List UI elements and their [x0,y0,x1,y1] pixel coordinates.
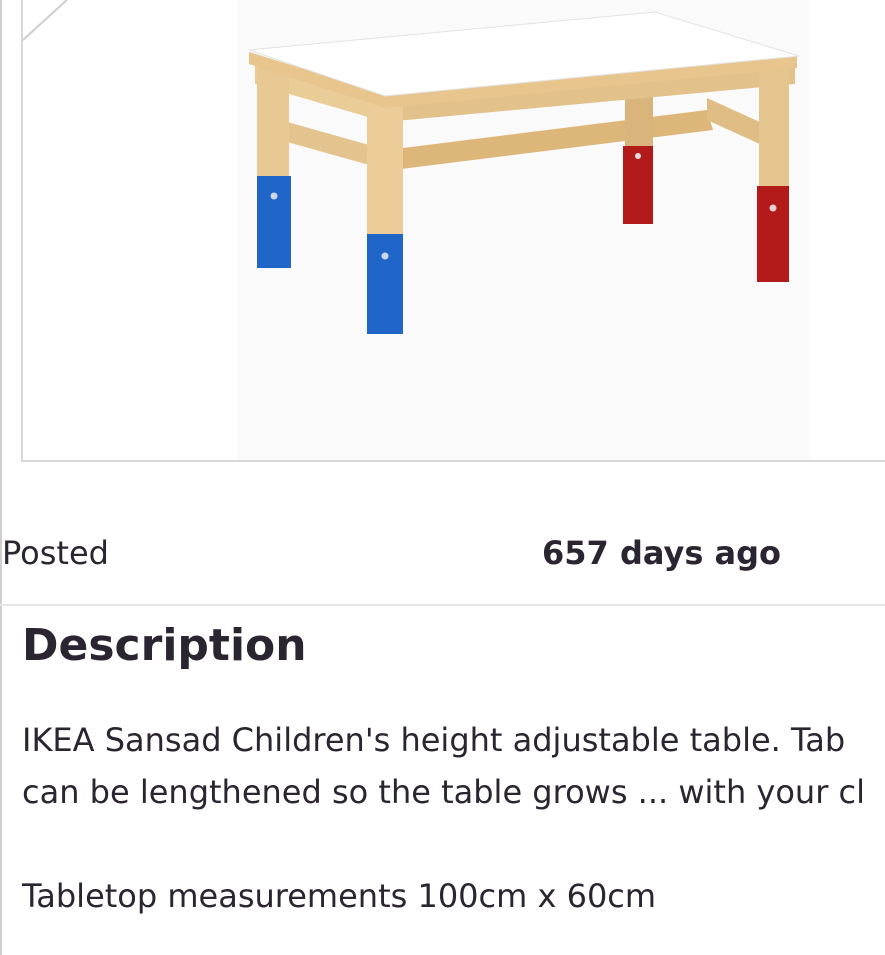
table-illustration [248,11,800,334]
table-front-left-leg-extension [367,234,403,334]
description-body: IKEA Sansad Children's height adjustable… [22,714,885,922]
posted-row: Posted 657 days ago [0,520,885,606]
leg-screw [381,252,389,260]
posted-value: 657 days ago [542,534,781,572]
listing-photo-frame[interactable] [21,0,885,462]
description-heading: Description [22,620,307,671]
posted-label: Posted [2,534,109,572]
table-back-left-leg-extension [257,176,291,268]
left-border [0,0,2,955]
table-front-right-leg [759,68,789,192]
leg-screw [635,153,641,159]
leg-screw [769,204,777,212]
description-line: can be lengthened so the table grows ...… [22,773,866,811]
table-front-left-leg [367,102,403,236]
listing-photo[interactable] [237,0,809,460]
description-line: Tabletop measurements 100cm x 60cm [22,877,657,915]
table-back-left-leg [257,64,289,178]
table-front-right-leg-extension [757,186,789,282]
description-line: IKEA Sansad Children's height adjustable… [22,721,846,759]
table-back-rail [387,110,713,170]
gallery-corner-mark [23,0,69,41]
leg-screw [270,192,278,200]
